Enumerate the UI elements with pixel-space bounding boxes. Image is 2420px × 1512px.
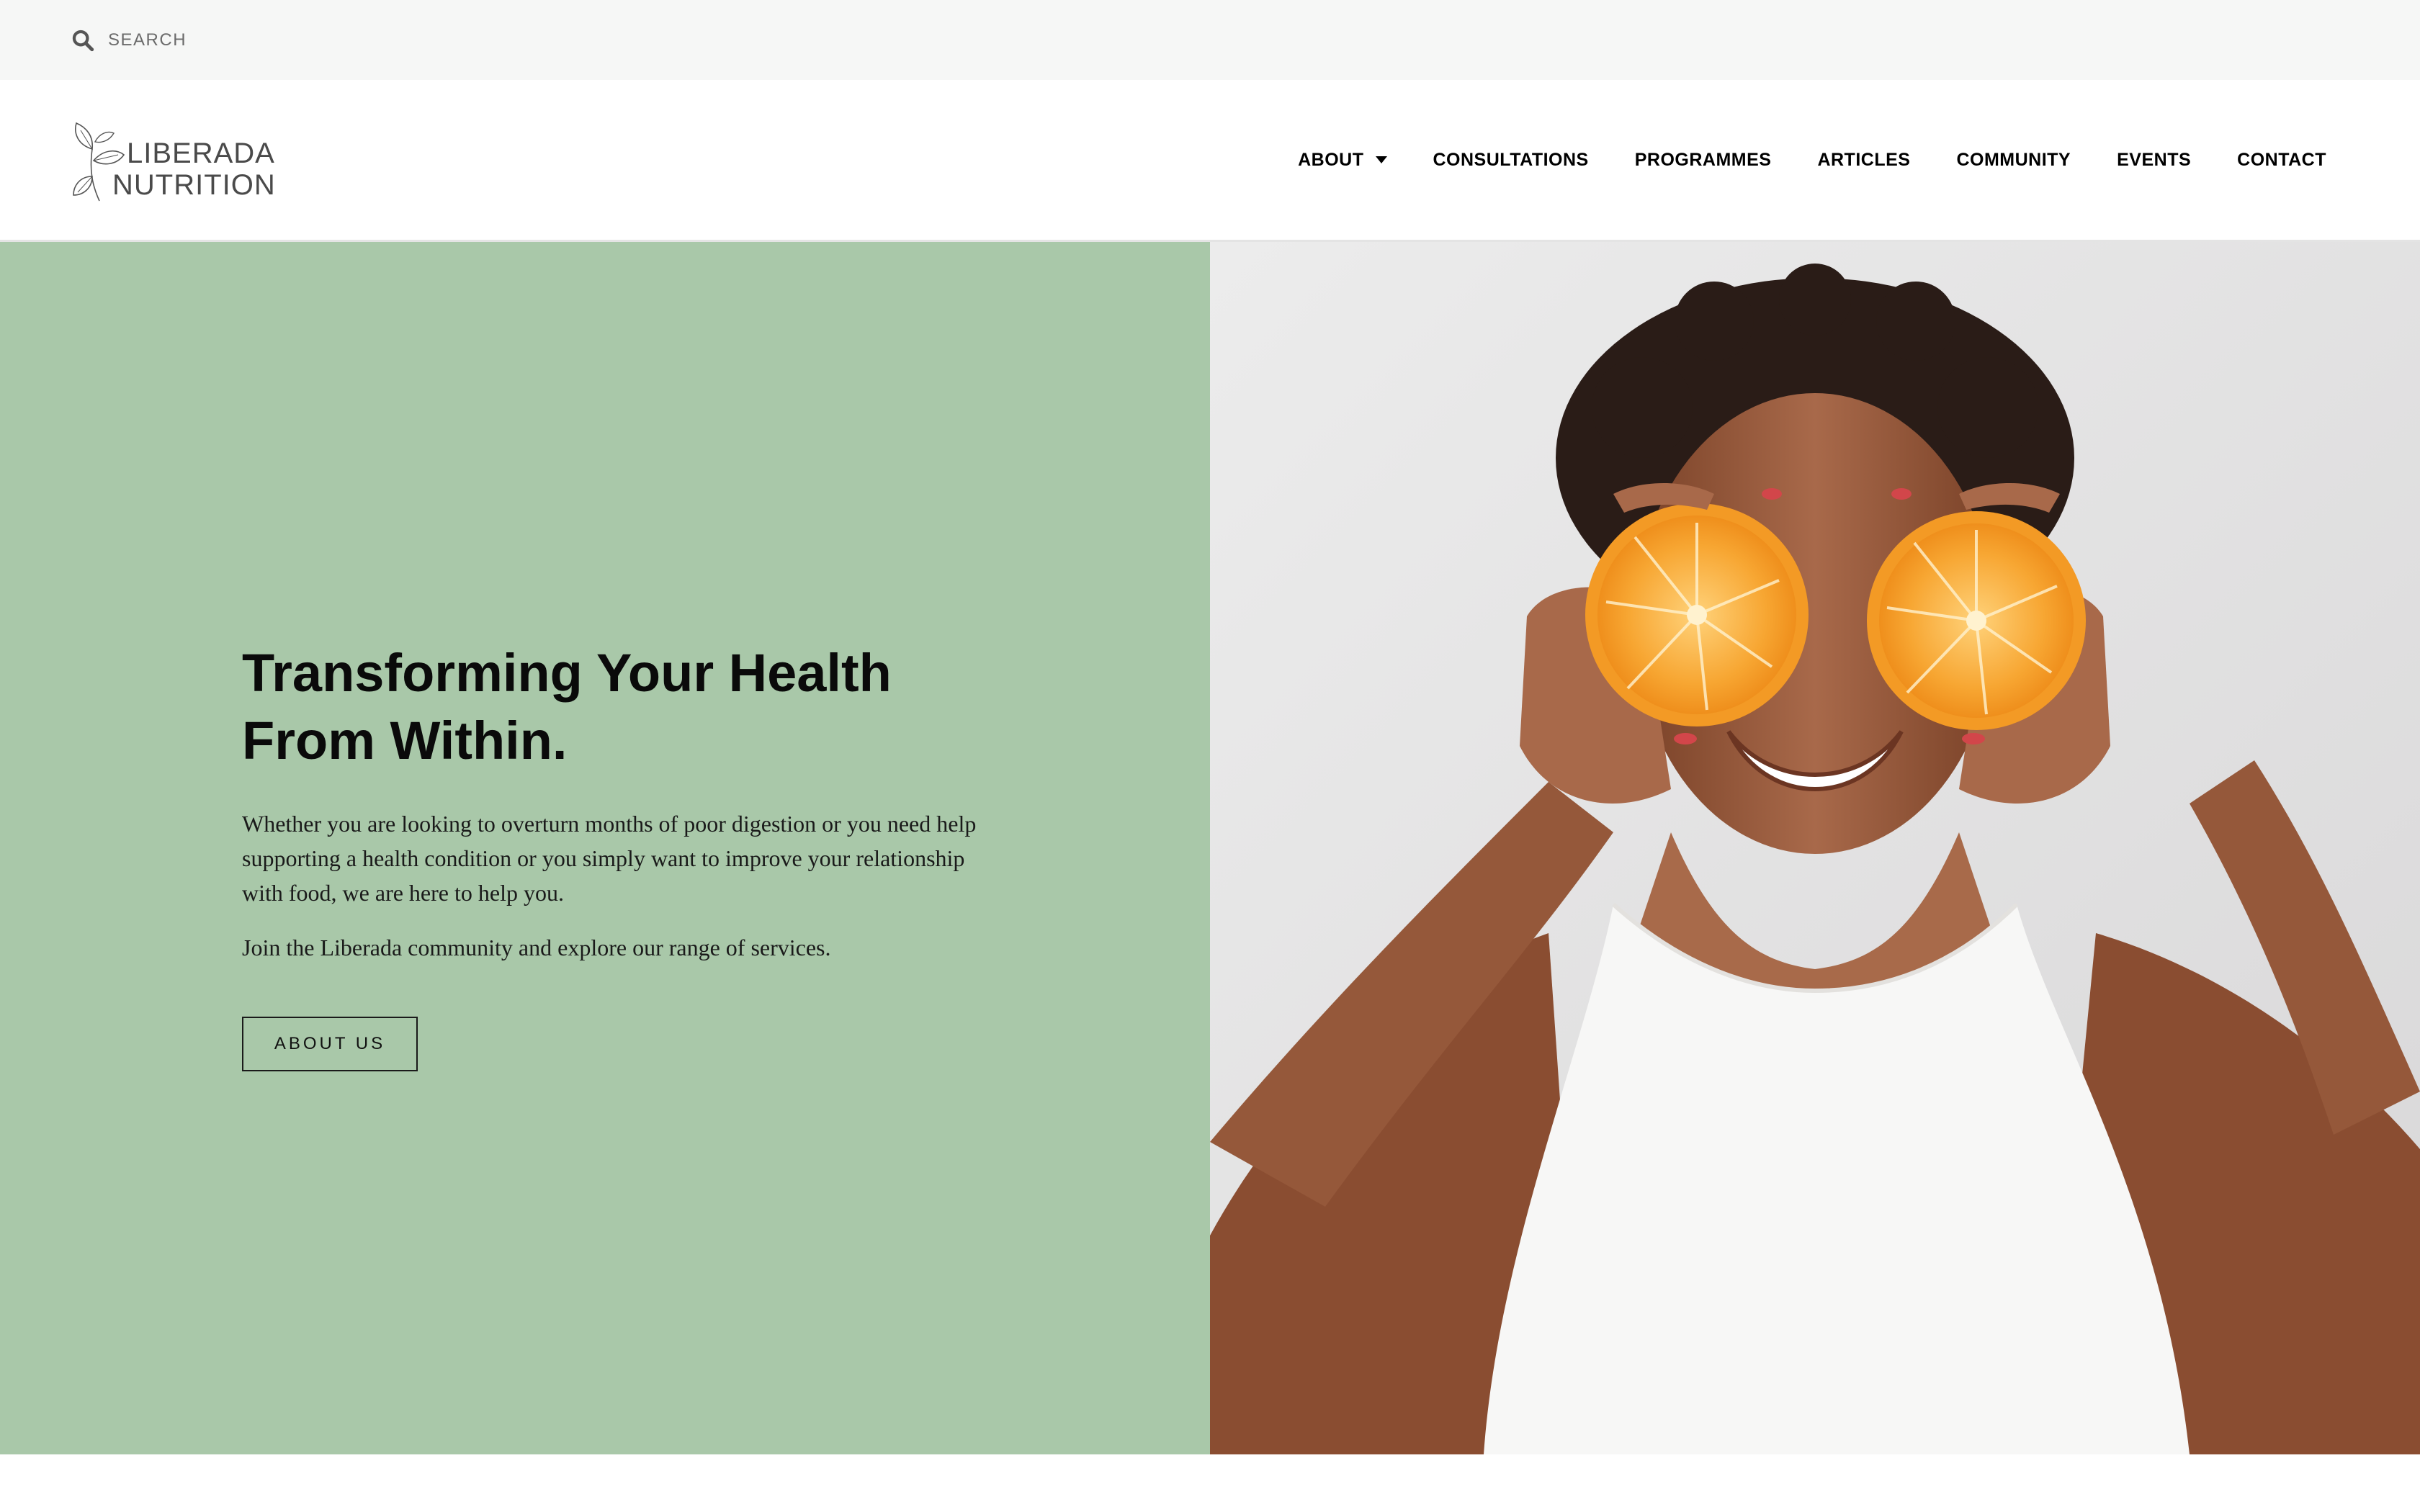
about-us-button[interactable]: ABOUT US [242, 1017, 418, 1071]
hero-text-panel: Transforming Your Health From Within. Wh… [0, 242, 1210, 1454]
nav-item-articles[interactable]: ARTICLES [1817, 150, 1910, 171]
nav-item-programmes[interactable]: PROGRAMMES [1635, 150, 1772, 171]
search-input[interactable] [108, 30, 339, 50]
logo-line-1: LIBERADA [127, 138, 275, 169]
woman-holding-oranges-illustration [1210, 242, 2420, 1454]
main-nav: ABOUT CONSULTATIONS PROGRAMMES ARTICLES … [1298, 80, 2326, 240]
nav-item-about[interactable]: ABOUT [1298, 149, 1387, 171]
logo-line-2: NUTRITION [112, 169, 276, 201]
nav-item-consultations[interactable]: CONSULTATIONS [1433, 150, 1589, 171]
nav-item-events[interactable]: EVENTS [2117, 150, 2191, 171]
nav-item-contact[interactable]: CONTACT [2237, 150, 2326, 171]
search [71, 26, 339, 55]
nav-item-community[interactable]: COMMUNITY [1956, 150, 2071, 171]
hero-image [1210, 242, 2420, 1454]
search-icon[interactable] [71, 28, 95, 53]
chevron-down-icon [1375, 156, 1387, 163]
hero-content: Transforming Your Health From Within. Wh… [242, 639, 991, 1071]
hero-paragraph: Whether you are looking to overturn mont… [242, 811, 977, 906]
top-search-bar [0, 0, 2420, 80]
hero-paragraph: Join the Liberada community and explore … [242, 935, 831, 960]
site-header: LIBERADA NUTRITION ABOUT CONSULTATIONS P… [0, 80, 2420, 242]
hero-title: Transforming Your Health From Within. [242, 643, 892, 770]
nav-item-label: ABOUT [1298, 149, 1364, 170]
page-bottom [0, 1454, 2420, 1512]
logo[interactable]: LIBERADA NUTRITION [71, 120, 287, 207]
